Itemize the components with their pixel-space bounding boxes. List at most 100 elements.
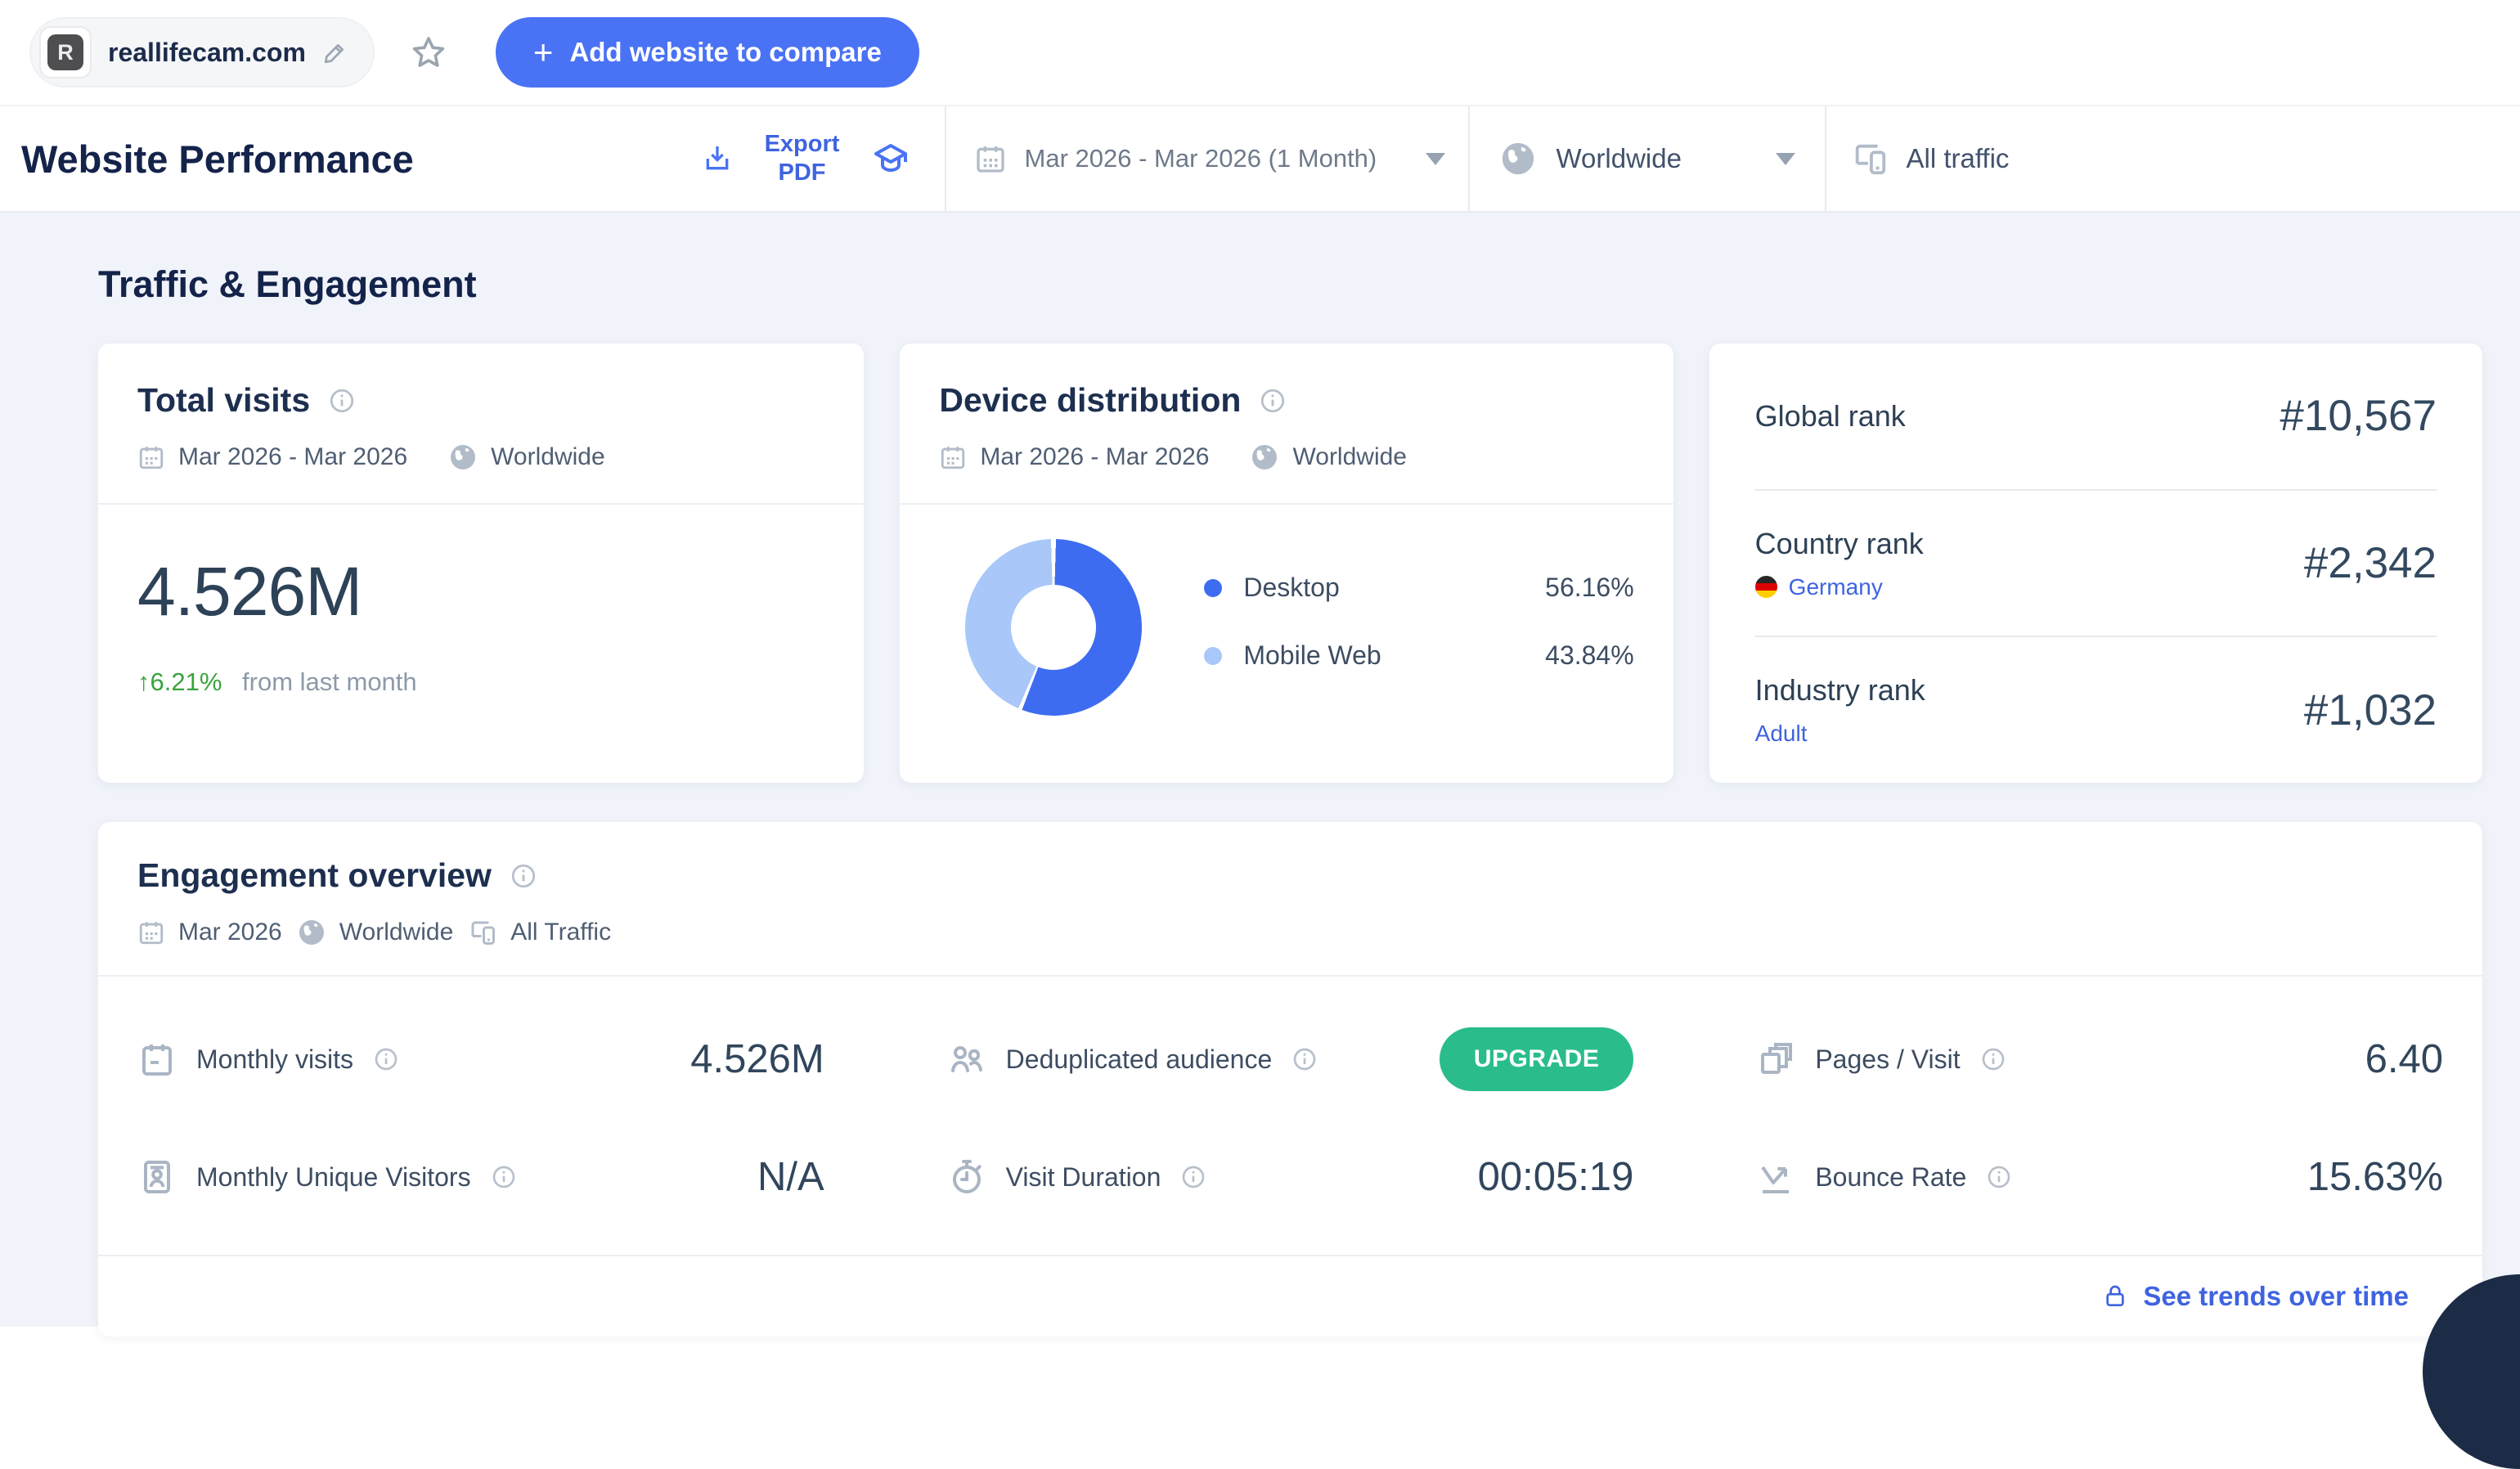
page-title: Website Performance bbox=[0, 137, 667, 182]
globe-icon bbox=[1250, 442, 1279, 472]
metric-label: Bounce Rate bbox=[1815, 1162, 1966, 1193]
calendar-icon bbox=[137, 1040, 177, 1079]
engagement-metrics-grid: Monthly visits 4.526M Deduplicated audie… bbox=[98, 977, 2482, 1255]
date-range-selector[interactable]: Mar 2026 - Mar 2026 (1 Month) bbox=[945, 106, 1468, 211]
metric-value: 4.526M bbox=[690, 1036, 824, 1082]
metric-label: Monthly visits bbox=[196, 1044, 353, 1075]
info-icon[interactable] bbox=[510, 862, 537, 890]
metric-label: Pages / Visit bbox=[1815, 1044, 1960, 1075]
metric-monthly-visits: Monthly visits 4.526M bbox=[137, 1004, 824, 1114]
legend-row-mobile: Mobile Web 43.84% bbox=[1204, 640, 1633, 671]
info-icon[interactable] bbox=[1980, 1046, 2006, 1072]
website-chip: R reallifecam.com bbox=[29, 17, 375, 88]
change-up-value: ↑6.21% bbox=[137, 667, 222, 696]
metric-label: Deduplicated audience bbox=[1006, 1044, 1273, 1075]
info-icon[interactable] bbox=[1259, 387, 1287, 415]
upgrade-button[interactable]: UPGRADE bbox=[1440, 1027, 1634, 1091]
export-pdf-button[interactable]: Export PDF bbox=[757, 130, 848, 187]
metric-value: 6.40 bbox=[2365, 1036, 2443, 1082]
globe-icon bbox=[297, 918, 326, 947]
total-visits-value: 4.526M bbox=[137, 552, 824, 631]
industry-rank-label: Industry rank bbox=[1755, 673, 1925, 708]
device-distribution-body: Desktop 56.16% Mobile Web 43.84% bbox=[900, 505, 1673, 716]
legend-row-desktop: Desktop 56.16% bbox=[1204, 573, 1633, 603]
engagement-traffic: All Traffic bbox=[510, 919, 611, 946]
bounce-arrow-icon bbox=[1756, 1157, 1795, 1197]
add-website-to-compare-button[interactable]: + Add website to compare bbox=[496, 17, 919, 88]
total-visits-date: Mar 2026 - Mar 2026 bbox=[178, 443, 407, 471]
section-title: Traffic & Engagement bbox=[98, 213, 2482, 306]
globe-icon bbox=[1499, 140, 1537, 177]
info-icon[interactable] bbox=[1291, 1046, 1318, 1072]
traffic-type-selector[interactable]: All traffic bbox=[1825, 106, 2520, 211]
graduation-cap-icon[interactable] bbox=[871, 139, 910, 178]
devices-icon bbox=[1851, 140, 1889, 177]
calendar-icon bbox=[939, 443, 967, 471]
metric-value: N/A bbox=[757, 1154, 824, 1200]
country-selector[interactable]: Worldwide bbox=[1468, 106, 1825, 211]
favorite-star-icon[interactable] bbox=[409, 33, 448, 72]
country-link[interactable]: Germany bbox=[1789, 574, 1883, 600]
calendar-icon bbox=[137, 443, 165, 471]
see-trends-label: See trends over time bbox=[2143, 1281, 2409, 1312]
calendar-icon bbox=[974, 142, 1007, 175]
pages-icon bbox=[1756, 1040, 1795, 1079]
users-icon bbox=[947, 1040, 986, 1079]
compare-button-label: Add website to compare bbox=[569, 37, 881, 68]
globe-icon bbox=[448, 442, 478, 472]
desktop-value: 56.16% bbox=[1545, 573, 1634, 603]
devices-icon bbox=[468, 918, 497, 947]
mobile-label: Mobile Web bbox=[1243, 640, 1381, 671]
desktop-dot bbox=[1204, 579, 1222, 597]
industry-link[interactable]: Adult bbox=[1755, 721, 1808, 747]
top-bar: R reallifecam.com + Add website to compa… bbox=[0, 0, 2520, 106]
stopwatch-icon bbox=[947, 1157, 986, 1197]
metric-deduplicated-audience: Deduplicated audience UPGRADE bbox=[947, 1004, 1634, 1114]
engagement-header: Engagement overview Mar 2026 Worldwide bbox=[98, 822, 2482, 975]
total-visits-title: Total visits bbox=[137, 381, 310, 420]
visitor-badge-icon bbox=[137, 1157, 177, 1197]
metric-label: Visit Duration bbox=[1006, 1162, 1161, 1193]
rank-card: Global rank #10,567 Country rank Germany… bbox=[1709, 344, 2482, 783]
traffic-engagement-section: Traffic & Engagement Total visits Mar 20… bbox=[0, 213, 2520, 1327]
country-rank-label: Country rank bbox=[1755, 527, 1924, 561]
mobile-dot bbox=[1204, 647, 1222, 665]
traffic-type-value: All traffic bbox=[1907, 143, 2010, 174]
website-favicon: R bbox=[39, 26, 92, 79]
device-legend: Desktop 56.16% Mobile Web 43.84% bbox=[1204, 573, 1633, 671]
date-range-value: Mar 2026 - Mar 2026 (1 Month) bbox=[1025, 144, 1377, 173]
total-visits-card: Total visits Mar 2026 - Mar 2026 bbox=[98, 344, 864, 783]
page-header: Website Performance Export PDF Mar 2026 … bbox=[0, 106, 2520, 213]
edit-pencil-icon[interactable] bbox=[322, 39, 348, 65]
engagement-date: Mar 2026 bbox=[178, 919, 282, 946]
metric-visit-duration: Visit Duration 00:05:19 bbox=[947, 1122, 1634, 1232]
plus-icon: + bbox=[533, 35, 554, 70]
overview-cards-row: Total visits Mar 2026 - Mar 2026 bbox=[98, 344, 2482, 783]
global-rank-value: #10,567 bbox=[2280, 391, 2437, 441]
metric-label: Monthly Unique Visitors bbox=[196, 1162, 471, 1193]
metric-monthly-unique-visitors: Monthly Unique Visitors N/A bbox=[137, 1122, 824, 1232]
germany-flag-icon bbox=[1755, 576, 1777, 598]
industry-rank-value: #1,032 bbox=[2304, 685, 2437, 735]
engagement-footer: See trends over time bbox=[98, 1255, 2482, 1336]
device-distribution-date: Mar 2026 - Mar 2026 bbox=[980, 443, 1209, 471]
change-note: from last month bbox=[242, 667, 417, 696]
see-trends-link[interactable]: See trends over time bbox=[2102, 1281, 2409, 1312]
total-visits-header: Total visits Mar 2026 - Mar 2026 bbox=[98, 344, 864, 503]
info-icon[interactable] bbox=[373, 1046, 399, 1072]
download-icon[interactable] bbox=[701, 142, 734, 175]
engagement-overview-card: Engagement overview Mar 2026 Worldwide bbox=[98, 822, 2482, 1336]
calendar-icon bbox=[137, 919, 165, 946]
country-rank-value: #2,342 bbox=[2304, 538, 2437, 588]
total-visits-body: 4.526M ↑6.21% from last month bbox=[98, 505, 864, 697]
engagement-title: Engagement overview bbox=[137, 856, 492, 895]
chevron-down-icon bbox=[1776, 153, 1795, 165]
total-visits-geo: Worldwide bbox=[491, 443, 605, 471]
info-icon[interactable] bbox=[1986, 1164, 2012, 1190]
info-icon[interactable] bbox=[491, 1164, 517, 1190]
info-icon[interactable] bbox=[328, 387, 356, 415]
industry-rank-row: Industry rank Adult #1,032 bbox=[1709, 637, 2482, 783]
info-icon[interactable] bbox=[1180, 1164, 1206, 1190]
metric-bounce-rate: Bounce Rate 15.63% bbox=[1756, 1122, 2443, 1232]
metric-value: 15.63% bbox=[2307, 1154, 2443, 1200]
